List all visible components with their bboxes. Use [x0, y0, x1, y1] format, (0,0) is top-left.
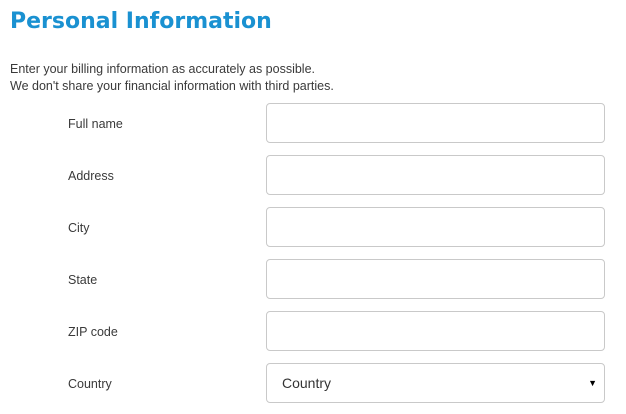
state-label: State: [68, 273, 98, 287]
zip-code-field[interactable]: [266, 311, 605, 351]
country-select[interactable]: Country ▼: [266, 363, 605, 403]
state-field[interactable]: [266, 259, 605, 299]
form-row-zip-code: ZIP code: [0, 311, 626, 353]
form-row-full-name: Full name: [0, 103, 626, 145]
country-label: Country: [68, 377, 112, 391]
form-row-city: City: [0, 207, 626, 249]
country-select-value: Country: [282, 375, 332, 391]
chevron-down-icon[interactable]: ▼: [588, 364, 597, 402]
city-label: City: [68, 221, 90, 235]
full-name-label: Full name: [68, 117, 123, 131]
billing-form: Full name Address City State ZIP code Co…: [0, 0, 626, 414]
form-row-state: State: [0, 259, 626, 301]
full-name-field[interactable]: [266, 103, 605, 143]
address-label: Address: [68, 169, 114, 183]
form-row-address: Address: [0, 155, 626, 197]
city-field[interactable]: [266, 207, 605, 247]
zip-code-label: ZIP code: [68, 325, 118, 339]
address-field[interactable]: [266, 155, 605, 195]
form-row-country: Country Country ▼: [0, 363, 626, 405]
